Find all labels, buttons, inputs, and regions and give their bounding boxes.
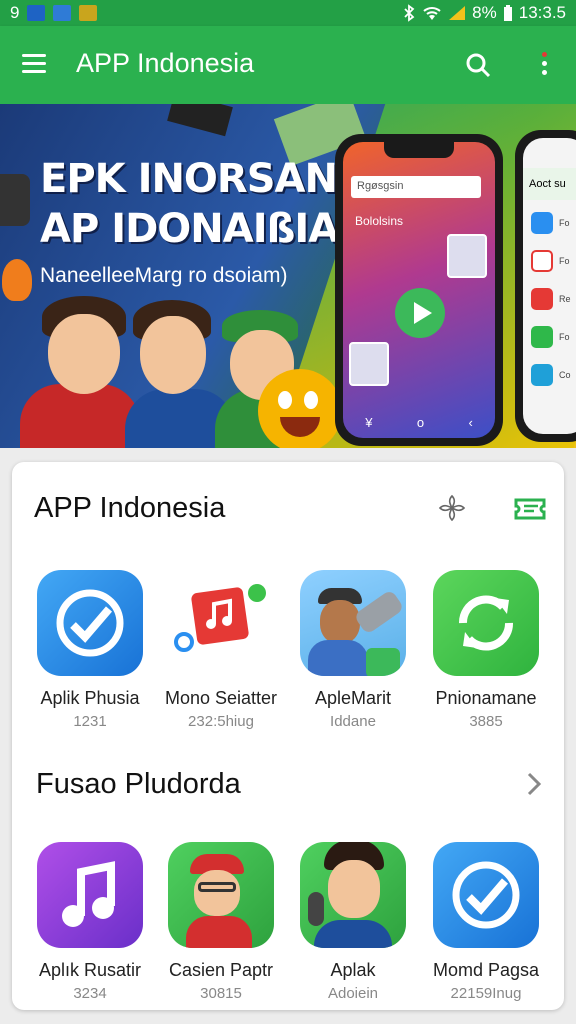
app-tile[interactable]: Pnionamane 3885: [421, 570, 551, 730]
app-list-label: Fo: [559, 218, 570, 228]
refresh-check-icon: [37, 570, 143, 676]
banner-headline: EPK INORSAN AP IDONAIßIAL: [40, 154, 364, 254]
app-name: Pnionamane: [435, 688, 537, 708]
phone-header: Aoct su: [523, 168, 576, 200]
app-list-label: Co: [559, 370, 571, 380]
app-meta: 22159Inug: [450, 985, 522, 1002]
phone-nav-bar: ¥ o ‹: [343, 415, 495, 430]
phone-nav-item: ¥: [365, 415, 373, 430]
app-list-icon: [531, 364, 553, 386]
app-name: Mono Seiatter: [164, 688, 278, 708]
banner-headline-line1: EPK INORSAN: [40, 156, 338, 202]
app-name: ApleMarit: [314, 688, 392, 708]
app-list-icon: [531, 250, 553, 272]
app-meta: 3885: [469, 713, 503, 730]
app-name: Aplak: [330, 960, 376, 980]
app-name: Casien Paptr: [168, 960, 274, 980]
app-tile[interactable]: Aplak Adoiein: [288, 842, 418, 1002]
phone-label: Bololsins: [355, 214, 404, 228]
bluetooth-icon: [404, 4, 415, 22]
app-list-label: Fo: [559, 256, 570, 266]
app-tile[interactable]: Mono Seiatter 232:5hiug: [156, 570, 286, 730]
status-bar: 9 8% 13:3.5: [0, 0, 576, 26]
phone-screen: Rgøsgsin Bololsins ¥ o ‹: [343, 142, 495, 438]
battery-percent: 8%: [472, 3, 497, 22]
app-tile[interactable]: Aplık Rusatir 3234: [25, 842, 155, 1002]
phone-search-bar: Rgøsgsin: [351, 176, 481, 198]
app-list-card: APP Indonesia Aplik Phusia 1231 Mono Sei…: [12, 462, 564, 1010]
smiley-face-icon: [258, 369, 342, 448]
promo-banner[interactable]: EPK INORSAN AP IDONAIßIAL NaneelleeMarg …: [0, 104, 576, 448]
hamburger-menu-icon[interactable]: [22, 54, 46, 74]
chevron-right-icon[interactable]: [524, 770, 544, 798]
phone-nav-item: o: [416, 415, 425, 430]
notification-icon: [53, 5, 72, 21]
cartoon-character-icon: [300, 842, 406, 948]
app-tile[interactable]: ApleMarit Iddane: [288, 570, 418, 730]
clock: 13:3.5: [518, 3, 566, 22]
app-list-icon: [531, 212, 553, 234]
app-meta: Adoiein: [327, 985, 379, 1002]
play-icon: [395, 288, 445, 338]
notification-icon: [79, 5, 98, 21]
app-name: Momd Pagsa: [432, 960, 540, 980]
ticket-icon[interactable]: [512, 492, 548, 524]
music-note-icon: [168, 570, 274, 676]
app-meta: Iddane: [330, 713, 376, 730]
character-face: [48, 314, 120, 394]
app-meta: 30815: [200, 985, 242, 1002]
banner-headline-line2: AP IDONAIßIAL: [40, 206, 364, 252]
refresh-check-icon: [433, 842, 539, 948]
app-title: APP Indonesia: [76, 48, 255, 78]
lightbulb-icon: [2, 259, 32, 301]
banner-subline: NaneelleeMarg ro dsoiam): [40, 264, 288, 287]
sync-arrows-icon: [433, 570, 539, 676]
status-number: 9: [10, 3, 20, 22]
camera-graphic: [0, 174, 30, 226]
app-meta: 3234: [73, 985, 107, 1002]
app-tile[interactable]: Aplik Phusia 1231: [25, 570, 155, 730]
phone-notch: [384, 142, 454, 158]
app-list-label: Re: [559, 294, 571, 304]
app-name: Aplık Rusatir: [38, 960, 142, 980]
character-face: [140, 316, 206, 394]
app-meta: 232:5hiug: [188, 713, 254, 730]
notification-icon: [27, 5, 46, 21]
app-bar: APP Indonesia: [0, 26, 576, 104]
avatar-thumbnail: [349, 342, 389, 386]
app-list-icon: [531, 288, 553, 310]
battery-icon: [503, 5, 512, 21]
app-list-label: Fo: [559, 332, 570, 342]
phone-mockup: Aoct su Fo Fo Re Fo Co: [515, 130, 576, 442]
cartoon-character-icon: [168, 842, 274, 948]
wallet-graphic: [167, 104, 233, 137]
cartoon-character-icon: [300, 570, 406, 676]
app-list-icon: [531, 326, 553, 348]
app-meta: 1231: [73, 713, 107, 730]
avatar-thumbnail: [447, 234, 487, 278]
section-title: Fusao Pludorda: [36, 768, 241, 800]
phone-screen: Aoct su Fo Fo Re Fo Co: [523, 138, 576, 434]
section-title: APP Indonesia: [34, 492, 226, 524]
signal-icon: [449, 6, 466, 20]
app-tile[interactable]: Casien Paptr 30815: [156, 842, 286, 1002]
search-icon[interactable]: [465, 52, 491, 78]
phone-mockup: Rgøsgsin Bololsins ¥ o ‹: [335, 134, 503, 446]
pinwheel-icon[interactable]: [436, 492, 468, 524]
phone-nav-item: ‹: [468, 415, 473, 430]
app-name: Aplik Phusia: [40, 688, 140, 708]
wifi-icon: [423, 7, 441, 20]
more-options-icon[interactable]: [539, 52, 549, 80]
music-note-icon: [37, 842, 143, 948]
app-tile[interactable]: Momd Pagsa 22159Inug: [421, 842, 551, 1002]
